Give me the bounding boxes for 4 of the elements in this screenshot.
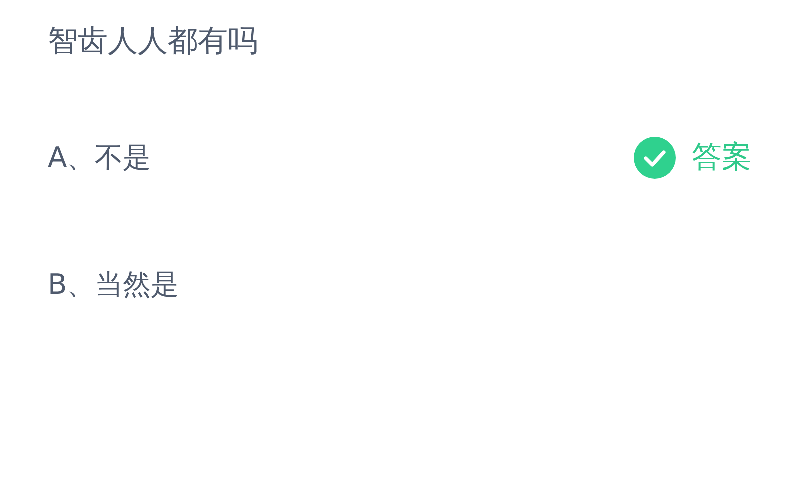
- answer-option[interactable]: B、当然是: [48, 263, 180, 307]
- answer-label: 答案: [692, 139, 752, 177]
- question-text: 智齿人人都有吗: [48, 23, 259, 61]
- answer-option[interactable]: A、不是: [48, 136, 152, 180]
